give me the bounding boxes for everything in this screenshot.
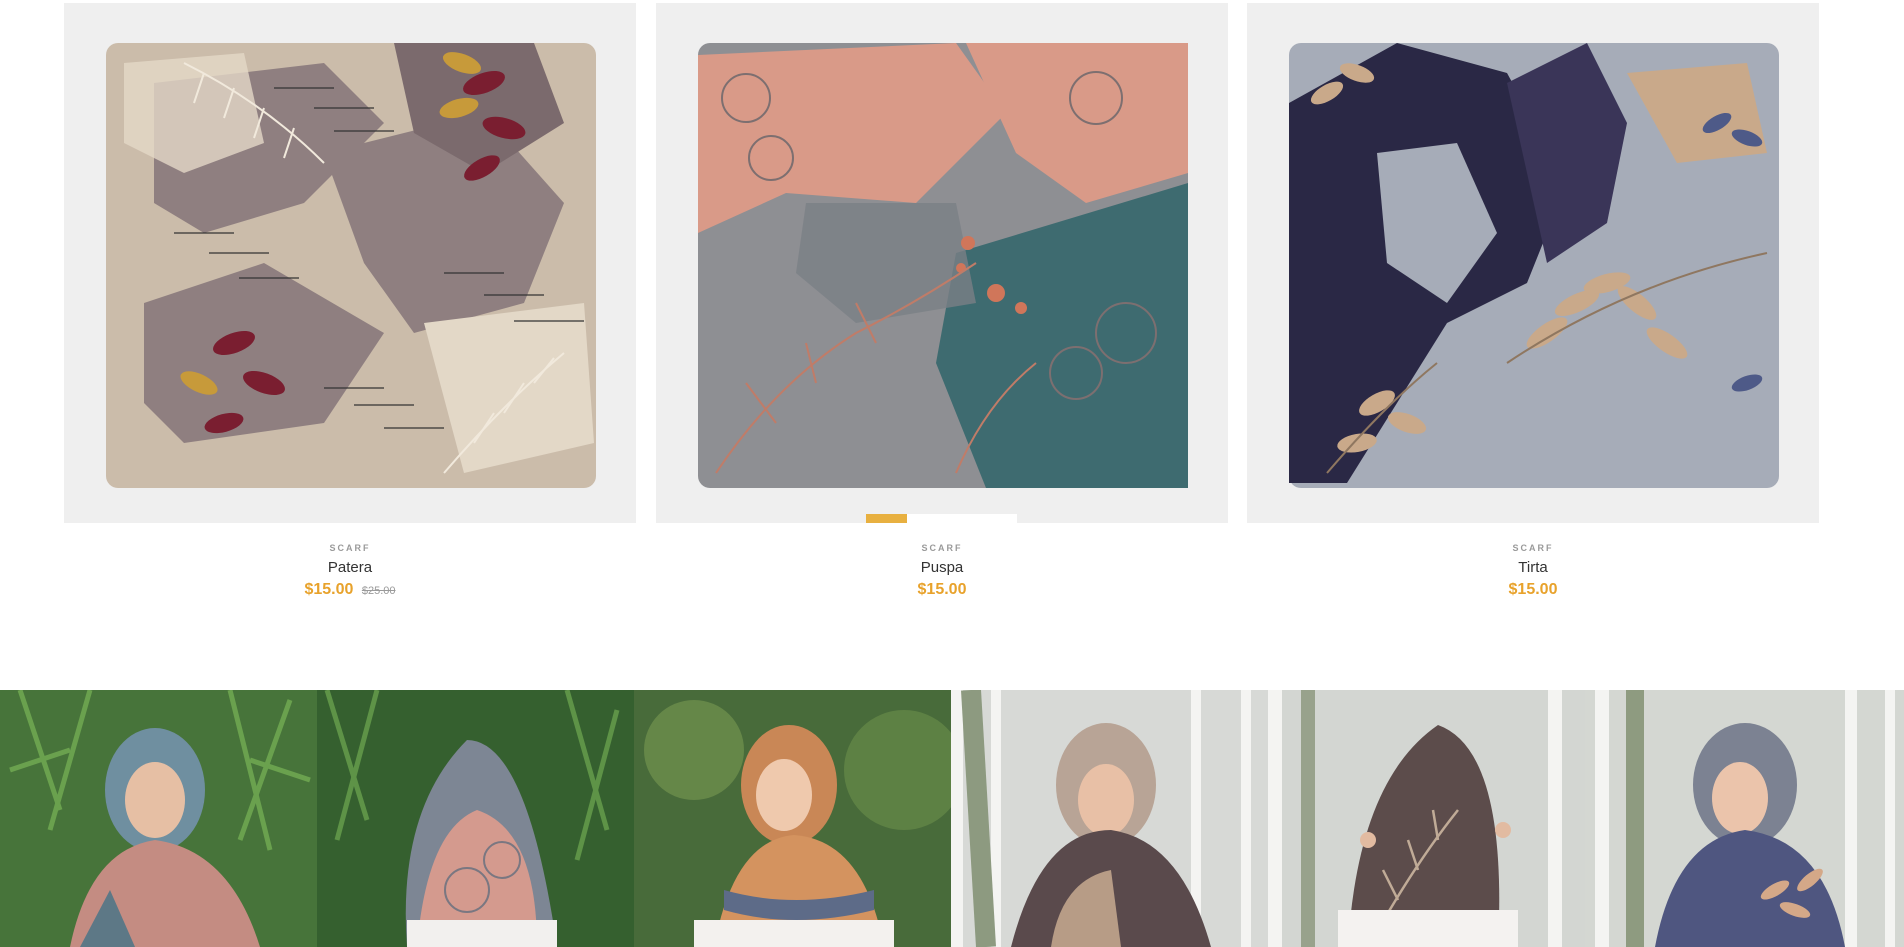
price-row: $15.00 [656, 581, 1228, 599]
instagram-gallery [0, 690, 1904, 947]
product-card-puspa[interactable]: SCARF Puspa $15.00 [656, 3, 1228, 599]
gallery-photo-3[interactable] [634, 690, 951, 947]
product-name[interactable]: Patera [64, 559, 636, 576]
gallery-photo-1[interactable] [0, 690, 317, 947]
hijab-photo-1-icon [0, 690, 317, 947]
product-grid: SCARF Patera $15.00 $25.00 SCARF Puspa $… [0, 0, 1904, 690]
slider-indicator-active[interactable] [866, 514, 907, 523]
product-category: SCARF [1512, 543, 1554, 553]
product-image-puspa[interactable] [656, 3, 1228, 523]
product-price: $15.00 [917, 581, 967, 598]
product-price: $15.00 [304, 581, 354, 598]
product-name[interactable]: Tirta [1247, 559, 1819, 576]
slider-indicator[interactable] [866, 514, 1017, 523]
hijab-photo-4-icon [951, 690, 1268, 947]
puspa-scarf-image [656, 3, 1228, 523]
product-name[interactable]: Puspa [656, 559, 1228, 576]
tirta-scarf-image [1247, 3, 1819, 523]
gallery-photo-2[interactable] [317, 690, 634, 947]
product-old-price: $25.00 [361, 585, 396, 597]
product-image-tirta[interactable] [1247, 3, 1819, 523]
product-card-tirta[interactable]: SCARF Tirta $15.00 [1247, 3, 1819, 599]
patera-scarf-image [64, 3, 636, 523]
slider-indicator-track[interactable] [907, 514, 1017, 523]
product-image-patera[interactable] [64, 3, 636, 523]
product-price: $15.00 [1508, 581, 1558, 598]
gallery-photo-4[interactable] [951, 690, 1268, 947]
hijab-photo-6-icon [1585, 690, 1904, 947]
hijab-photo-5-icon [1268, 690, 1585, 947]
product-card-patera[interactable]: SCARF Patera $15.00 $25.00 [64, 3, 636, 599]
gallery-photo-5[interactable] [1268, 690, 1585, 947]
hijab-photo-2-icon [317, 690, 634, 947]
price-row: $15.00 [1247, 581, 1819, 599]
price-row: $15.00 $25.00 [64, 581, 636, 599]
product-category: SCARF [329, 543, 371, 553]
product-category: SCARF [921, 543, 963, 553]
hijab-photo-3-icon [634, 690, 951, 947]
gallery-photo-6[interactable] [1585, 690, 1904, 947]
